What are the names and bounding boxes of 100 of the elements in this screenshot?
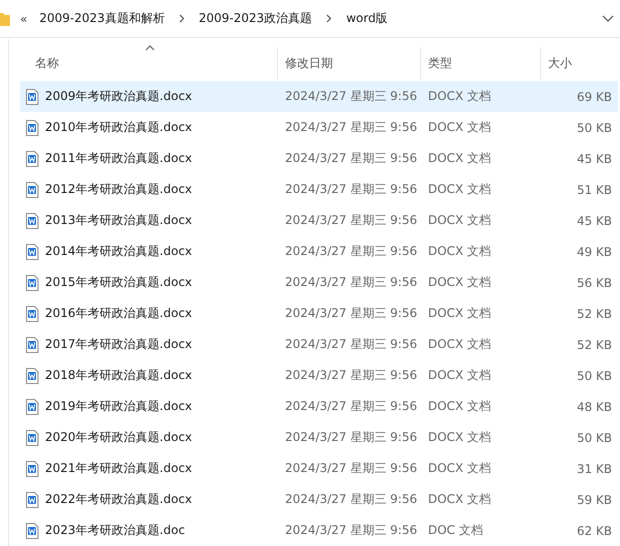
file-size: 31 KB <box>576 462 613 476</box>
file-size: 52 KB <box>576 306 613 320</box>
file-size: 49 KB <box>576 244 613 258</box>
file-size: 52 KB <box>576 338 613 352</box>
word-document-icon <box>25 120 39 136</box>
modified-date: 2024/3/27 星期三 9:56 <box>284 243 418 260</box>
breadcrumb-item[interactable]: 2009-2023政治真题 <box>198 10 312 27</box>
file-type: DOCX 文档 <box>427 243 492 260</box>
word-document-icon <box>25 244 39 260</box>
word-document-icon <box>25 522 39 538</box>
modified-date: 2024/3/27 星期三 9:56 <box>284 305 418 322</box>
file-name: 2023年考研政治真题.doc <box>45 522 185 539</box>
word-document-icon <box>25 88 39 104</box>
modified-date: 2024/3/27 星期三 9:56 <box>284 274 418 291</box>
file-type: DOCX 文档 <box>427 336 492 353</box>
chevron-icon <box>178 14 185 23</box>
file-size: 50 KB <box>576 368 613 382</box>
column-header[interactable]: 类型 <box>428 54 452 72</box>
file-type: DOCX 文档 <box>427 491 492 508</box>
file-row[interactable]: 2020年考研政治真题.docx 2024/3/27 星期三 9:56 DOCX 文档 50 KB <box>20 422 618 453</box>
file-name: 2020年考研政治真题.docx <box>45 429 192 446</box>
file-name: 2021年考研政治真题.docx <box>45 460 192 477</box>
file-type: DOCX 文档 <box>427 429 492 446</box>
file-name: 2012年考研政治真题.docx <box>45 181 192 198</box>
modified-date: 2024/3/27 星期三 9:56 <box>284 429 418 446</box>
file-type: DOCX 文档 <box>427 88 492 105</box>
file-row[interactable]: 2023年考研政治真题.doc 2024/3/27 星期三 9:56 DOC 文档 62 KB <box>20 515 618 546</box>
column-header[interactable]: 名称 <box>35 54 59 72</box>
file-name: 2022年考研政治真题.docx <box>45 491 192 508</box>
word-document-icon <box>25 430 39 446</box>
file-type: DOCX 文档 <box>427 460 492 477</box>
word-document-icon <box>25 460 39 476</box>
file-row[interactable]: 2016年考研政治真题.docx 2024/3/27 星期三 9:56 DOCX 文档 52 KB <box>20 298 618 329</box>
word-document-icon <box>25 306 39 322</box>
file-name: 2017年考研政治真题.docx <box>45 336 192 353</box>
file-name: 2009年考研政治真题.docx <box>45 88 192 105</box>
file-row[interactable]: 2013年考研政治真题.docx 2024/3/27 星期三 9:56 DOCX 文档 45 KB <box>20 205 618 236</box>
file-type: DOCX 文档 <box>427 305 492 322</box>
word-document-icon <box>25 492 39 508</box>
file-name: 2016年考研政治真题.docx <box>45 305 192 322</box>
file-row[interactable]: 2015年考研政治真题.docx 2024/3/27 星期三 9:56 DOCX 文档 56 KB <box>20 267 618 298</box>
modified-date: 2024/3/27 星期三 9:56 <box>284 336 418 353</box>
column-header[interactable]: 修改日期 <box>285 54 333 72</box>
modified-date: 2024/3/27 星期三 9:56 <box>284 522 418 539</box>
file-type: DOC 文档 <box>427 522 484 539</box>
file-type: DOCX 文档 <box>427 150 492 167</box>
file-row[interactable]: 2018年考研政治真题.docx 2024/3/27 星期三 9:56 DOCX 文档 50 KB <box>20 360 618 391</box>
word-document-icon <box>25 212 39 228</box>
word-document-icon <box>25 274 39 290</box>
file-type: DOCX 文档 <box>427 212 492 229</box>
file-name: 2015年考研政治真题.docx <box>45 274 192 291</box>
modified-date: 2024/3/27 星期三 9:56 <box>284 212 418 229</box>
file-size: 51 KB <box>576 182 613 196</box>
file-row[interactable]: 2009年考研政治真题.docx 2024/3/27 星期三 9:56 DOCX 文档 69 KB <box>20 81 618 112</box>
file-name: 2013年考研政治真题.docx <box>45 212 192 229</box>
file-type: DOCX 文档 <box>427 367 492 384</box>
modified-date: 2024/3/27 星期三 9:56 <box>284 119 418 136</box>
file-row[interactable]: 2011年考研政治真题.docx 2024/3/27 星期三 9:56 DOCX 文档 45 KB <box>20 143 618 174</box>
file-size: 62 KB <box>576 524 613 538</box>
file-row[interactable]: 2014年考研政治真题.docx 2024/3/27 星期三 9:56 DOCX 文档 49 KB <box>20 236 618 267</box>
modified-date: 2024/3/27 星期三 9:56 <box>284 367 418 384</box>
word-document-icon <box>25 182 39 198</box>
file-size: 48 KB <box>576 400 613 414</box>
file-size: 50 KB <box>576 430 613 444</box>
modified-date: 2024/3/27 星期三 9:56 <box>284 181 418 198</box>
file-row[interactable]: 2019年考研政治真题.docx 2024/3/27 星期三 9:56 DOCX 文档 48 KB <box>20 391 618 422</box>
breadcrumb-item[interactable]: 2009-2023真题和解析 <box>39 10 165 27</box>
file-size: 59 KB <box>576 492 613 506</box>
file-size: 45 KB <box>576 214 613 228</box>
file-type: DOCX 文档 <box>427 398 492 415</box>
file-name: 2010年考研政治真题.docx <box>45 119 192 136</box>
breadcrumb-item[interactable]: word版 <box>346 10 388 27</box>
file-row[interactable]: 2021年考研政治真题.docx 2024/3/27 星期三 9:56 DOCX 文档 31 KB <box>20 453 618 484</box>
column-header[interactable]: 大小 <box>548 54 572 72</box>
file-name: 2019年考研政治真题.docx <box>45 398 192 415</box>
chevron-icon <box>326 14 332 23</box>
file-size: 69 KB <box>576 90 613 104</box>
word-document-icon <box>25 368 39 384</box>
file-row[interactable]: 2022年考研政治真题.docx 2024/3/27 星期三 9:56 DOCX 文档 59 KB <box>20 484 618 515</box>
file-type: DOCX 文档 <box>427 274 492 291</box>
file-row[interactable]: 2012年考研政治真题.docx 2024/3/27 星期三 9:56 DOCX 文档 51 KB <box>20 174 618 205</box>
dropdown-icon[interactable] <box>602 14 614 22</box>
folder-icon <box>0 10 10 26</box>
modified-date: 2024/3/27 星期三 9:56 <box>284 150 418 167</box>
modified-date: 2024/3/27 星期三 9:56 <box>284 398 418 415</box>
modified-date: 2024/3/27 星期三 9:56 <box>284 491 418 508</box>
file-row[interactable]: 2017年考研政治真题.docx 2024/3/27 星期三 9:56 DOCX 文档 52 KB <box>20 329 618 360</box>
file-size: 50 KB <box>576 120 613 134</box>
file-row[interactable]: 2010年考研政治真题.docx 2024/3/27 星期三 9:56 DOCX 文档 50 KB <box>20 112 618 143</box>
file-size: 56 KB <box>576 276 613 290</box>
file-name: 2014年考研政治真题.docx <box>45 243 192 260</box>
file-name: 2018年考研政治真题.docx <box>45 367 192 384</box>
breadcrumb-overflow[interactable]: « <box>20 12 28 26</box>
word-document-icon <box>25 398 39 414</box>
file-type: DOCX 文档 <box>427 181 492 198</box>
word-document-icon <box>25 150 39 166</box>
file-type: DOCX 文档 <box>427 119 492 136</box>
modified-date: 2024/3/27 星期三 9:56 <box>284 460 418 477</box>
modified-date: 2024/3/27 星期三 9:56 <box>284 88 418 105</box>
file-size: 45 KB <box>576 152 613 166</box>
